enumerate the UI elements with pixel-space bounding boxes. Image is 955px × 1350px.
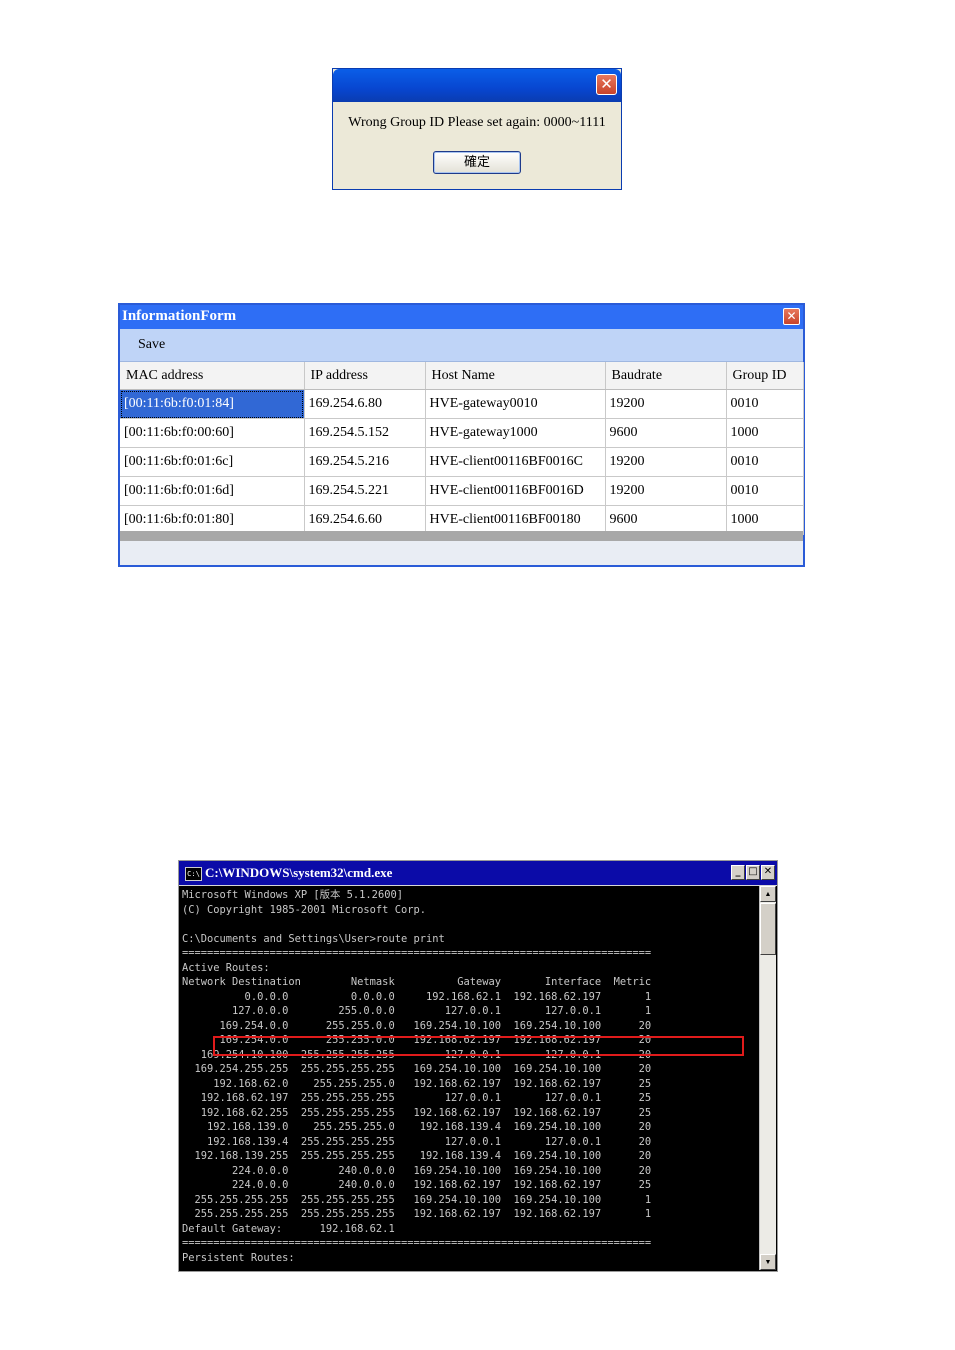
console-line: 224.0.0.0 240.0.0.0 169.254.10.100 169.2…: [182, 1164, 652, 1177]
scroll-thumb[interactable]: [760, 903, 776, 955]
group-id-cell[interactable]: 0010: [726, 447, 804, 477]
host-name-cell[interactable]: HVE-gateway1000: [425, 418, 606, 448]
console-line: (C) Copyright 1985-2001 Microsoft Corp.: [182, 903, 426, 916]
grid-header-row: MAC address IP address Host Name Baudrat…: [120, 362, 804, 390]
error-message-box: ✕ Wrong Group ID Please set again: 0000~…: [332, 68, 622, 190]
grid-empty-area: [120, 531, 803, 541]
console-line: ========================================…: [182, 1237, 652, 1249]
column-header-ip[interactable]: IP address: [304, 362, 426, 390]
device-grid: MAC address IP address Host Name Baudrat…: [120, 362, 804, 535]
table-row[interactable]: [00:11:6b:f0:00:60] 169.254.5.152 HVE-gate…: [120, 418, 804, 448]
host-name-cell[interactable]: HVE-client00116BF0016C: [425, 447, 606, 477]
mac-cell[interactable]: [00:11:6b:f0:01:84]: [120, 389, 305, 419]
column-header-mac[interactable]: MAC address: [120, 362, 305, 390]
table-row[interactable]: [00:11:6b:f0:01:6d] 169.254.5.221 HVE-clie…: [120, 476, 804, 506]
ip-cell[interactable]: 169.254.5.152: [304, 418, 426, 448]
mac-cell[interactable]: [00:11:6b:f0:01:6d]: [120, 476, 305, 506]
console-output[interactable]: Microsoft Windows XP [版本 5.1.2600] (C) Co…: [182, 888, 757, 1268]
information-form-window: InformationForm ✕ Save MAC address IP ad…: [118, 303, 805, 567]
console-line: 255.255.255.255 255.255.255.255 169.254.…: [182, 1193, 652, 1206]
baudrate-cell[interactable]: 19200: [605, 476, 727, 506]
cmd-app-icon[interactable]: C:\: [185, 867, 202, 881]
console-line: 192.168.139.4 255.255.255.255 127.0.0.1 …: [182, 1135, 652, 1148]
group-id-cell[interactable]: 0010: [726, 476, 804, 506]
host-name-cell[interactable]: HVE-gateway0010: [425, 389, 606, 419]
scroll-down-arrow-icon[interactable]: ▼: [760, 1254, 776, 1270]
console-line: 0.0.0.0 0.0.0.0 192.168.62.1 192.168.62.…: [182, 990, 652, 1003]
baudrate-cell[interactable]: 19200: [605, 389, 727, 419]
status-bar: [120, 541, 803, 565]
vertical-scrollbar[interactable]: ▲ ▼: [759, 886, 776, 1270]
menu-bar: Save: [120, 329, 803, 362]
console-line: 192.168.139.255 255.255.255.255 192.168.…: [182, 1150, 652, 1162]
message-box-titlebar[interactable]: ✕: [333, 69, 621, 102]
information-form-titlebar[interactable]: InformationForm ✕: [120, 305, 803, 329]
console-line: C:\Documents and Settings\User>route pri…: [182, 932, 445, 945]
maximize-button[interactable]: □: [746, 865, 760, 880]
cmd-titlebar[interactable]: C:\ C:\WINDOWS\system32\cmd.exe _ □ ✕: [179, 861, 777, 886]
console-line: Microsoft Windows XP [版本 5.1.2600]: [182, 889, 403, 901]
console-line: ========================================…: [182, 947, 652, 959]
close-button[interactable]: ✕: [761, 865, 775, 880]
ip-cell[interactable]: 169.254.5.216: [304, 447, 426, 477]
console-line: 224.0.0.0 240.0.0.0 192.168.62.197 192.1…: [182, 1179, 652, 1191]
scroll-up-arrow-icon[interactable]: ▲: [760, 886, 776, 902]
console-line: 192.168.62.197 255.255.255.255 127.0.0.1…: [182, 1092, 652, 1104]
route-highlight-box: [213, 1036, 744, 1056]
ip-cell[interactable]: 169.254.6.80: [304, 389, 426, 419]
group-id-cell[interactable]: 1000: [726, 418, 804, 448]
baudrate-cell[interactable]: 19200: [605, 447, 727, 477]
table-row[interactable]: [00:11:6b:f0:01:84] 169.254.6.80 HVE-gatew…: [120, 389, 804, 419]
console-line: Network Destination Netmask Gateway Inte…: [182, 976, 652, 988]
column-header-host[interactable]: Host Name: [425, 362, 606, 390]
table-row[interactable]: [00:11:6b:f0:01:6c] 169.254.5.216 HVE-clie…: [120, 447, 804, 477]
console-line: Persistent Routes:: [182, 1251, 295, 1264]
save-menu-item[interactable]: Save: [138, 337, 165, 353]
ip-cell[interactable]: 169.254.5.221: [304, 476, 426, 506]
console-line: 192.168.139.0 255.255.255.0 192.168.139.…: [182, 1121, 652, 1133]
console-line: Default Gateway: 192.168.62.1: [182, 1222, 395, 1235]
close-icon[interactable]: ✕: [596, 74, 617, 95]
error-message-text: Wrong Group ID Please set again: 0000~11…: [348, 115, 606, 130]
console-line: 192.168.62.0 255.255.255.0 192.168.62.19…: [182, 1077, 652, 1090]
window-title: C:\WINDOWS\system32\cmd.exe: [205, 865, 393, 880]
mac-cell[interactable]: [00:11:6b:f0:01:6c]: [120, 447, 305, 477]
console-line: 127.0.0.0 255.0.0.0 127.0.0.1 127.0.0.1 …: [182, 1005, 652, 1017]
console-line: 192.168.62.255 255.255.255.255 192.168.6…: [182, 1106, 652, 1119]
group-id-cell[interactable]: 0010: [726, 389, 804, 419]
baudrate-cell[interactable]: 9600: [605, 418, 727, 448]
console-line: Active Routes:: [182, 961, 270, 974]
column-header-group-id[interactable]: Group ID: [726, 362, 804, 390]
host-name-cell[interactable]: HVE-client00116BF0016D: [425, 476, 606, 506]
ok-button[interactable]: 確定: [433, 151, 521, 174]
window-title: InformationForm: [122, 308, 237, 324]
mac-cell[interactable]: [00:11:6b:f0:00:60]: [120, 418, 305, 448]
column-header-baudrate[interactable]: Baudrate: [605, 362, 727, 390]
console-line: 255.255.255.255 255.255.255.255 192.168.…: [182, 1208, 652, 1220]
console-line: 169.254.255.255 255.255.255.255 169.254.…: [182, 1063, 652, 1075]
command-prompt-window: C:\ C:\WINDOWS\system32\cmd.exe _ □ ✕ Mi…: [178, 860, 778, 1272]
minimize-button[interactable]: _: [731, 865, 745, 880]
console-line: 169.254.0.0 255.255.0.0 169.254.10.100 1…: [182, 1019, 652, 1032]
close-icon[interactable]: ✕: [783, 308, 800, 325]
